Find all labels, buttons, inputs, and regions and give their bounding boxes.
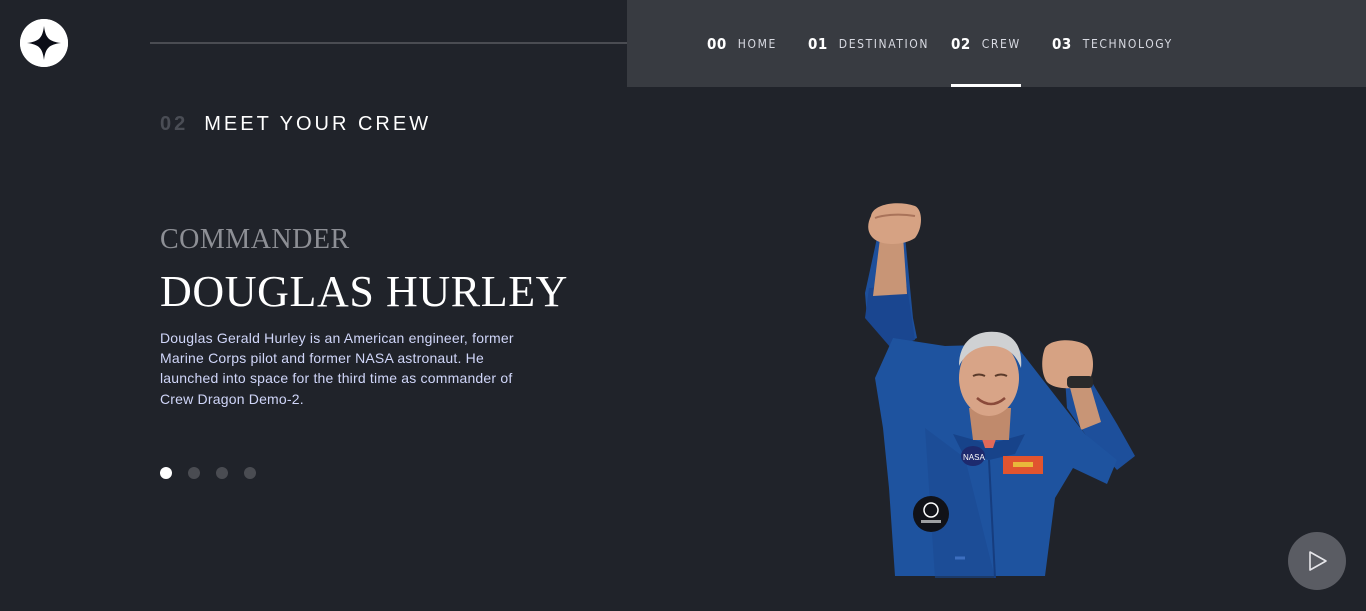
nav-item-number: 02 (951, 34, 971, 53)
play-button[interactable] (1288, 532, 1346, 590)
crew-dot-1[interactable] (160, 467, 172, 479)
page-title: 02 MEET YOUR CREW (160, 113, 431, 136)
crew-bio: Douglas Gerald Hurley is an American eng… (160, 330, 514, 407)
nav-item-destination[interactable]: 01 DESTINATION (808, 0, 929, 87)
crew-dot-4[interactable] (244, 467, 256, 479)
main-navigation: 00 HOME 01 DESTINATION 02 CREW 03 TECHNO… (627, 0, 1366, 87)
nav-item-home[interactable]: 00 HOME (707, 0, 777, 87)
nav-item-label: CREW (981, 36, 1021, 51)
crew-role: COMMANDER (160, 224, 350, 255)
play-icon (1309, 551, 1327, 571)
nav-item-crew[interactable]: 02 CREW (951, 0, 1021, 87)
crew-member-image: NASA (865, 203, 1135, 578)
crew-name: DOUGLAS HURLEY (160, 267, 569, 316)
page-title-number: 02 (160, 113, 189, 135)
nav-item-technology[interactable]: 03 TECHNOLOGY (1052, 0, 1173, 87)
nav-item-label: DESTINATION (838, 36, 930, 51)
logo[interactable] (20, 19, 68, 67)
svg-text:NASA: NASA (963, 453, 985, 462)
crew-pagination (160, 467, 256, 479)
crew-dot-2[interactable] (188, 467, 200, 479)
crew-dot-3[interactable] (216, 467, 228, 479)
nav-divider-line (150, 42, 662, 44)
nav-item-number: 01 (808, 34, 828, 53)
nav-item-label: HOME (737, 36, 777, 51)
nav-item-label: TECHNOLOGY (1082, 36, 1173, 51)
nav-item-number: 00 (707, 34, 727, 53)
crew-page: 00 HOME 01 DESTINATION 02 CREW 03 TECHNO… (0, 0, 1366, 611)
page-title-text: MEET YOUR CREW (204, 113, 432, 135)
star-logo-icon (20, 19, 68, 67)
nav-item-number: 03 (1052, 34, 1072, 53)
